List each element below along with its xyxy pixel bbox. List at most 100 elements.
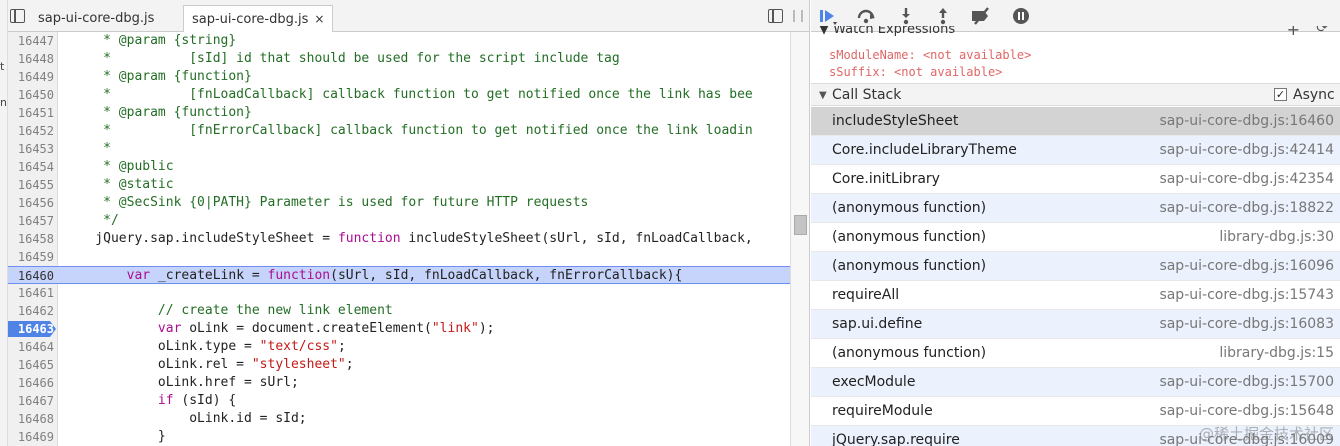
code-line[interactable]: 16453 * — [8, 140, 790, 158]
line-number[interactable]: 16454 — [8, 158, 54, 176]
code-line[interactable]: 16452 * [fnErrorCallback] callback funct… — [8, 122, 790, 140]
deactivate-breakpoints-icon[interactable] — [970, 6, 992, 26]
code-line[interactable]: 16459 — [8, 248, 790, 266]
call-frame-location[interactable]: sap-ui-core-dbg.js:42414 — [1159, 142, 1334, 158]
line-number[interactable]: 16458 — [8, 230, 54, 248]
code-line[interactable]: 16457 */ — [8, 212, 790, 230]
debugger-toggle-icon[interactable] — [768, 9, 783, 23]
call-frame-location[interactable]: sap-ui-core-dbg.js:15743 — [1159, 287, 1334, 303]
call-frame-location[interactable]: sap-ui-core-dbg.js:16083 — [1159, 316, 1334, 332]
line-number[interactable]: 16449 — [8, 68, 54, 86]
call-frame[interactable]: Core.initLibrary sap-ui-core-dbg.js:42354 — [811, 165, 1340, 194]
line-number[interactable]: 16460 — [8, 267, 54, 285]
code-line[interactable]: 16450 * [fnLoadCallback] callback functi… — [8, 86, 790, 104]
call-frame[interactable]: (anonymous function) sap-ui-core-dbg.js:1… — [811, 252, 1340, 281]
line-number[interactable]: 16451 — [8, 104, 54, 122]
close-icon[interactable]: × — [314, 12, 324, 26]
call-frame[interactable]: (anonymous function) library-dbg.js:15 — [811, 339, 1340, 368]
call-frame[interactable]: sap.ui.define sap-ui-core-dbg.js:16083 — [811, 310, 1340, 339]
code-line[interactable]: 16462 // create the new link element — [8, 302, 790, 320]
line-number[interactable]: 16459 — [8, 248, 54, 266]
call-frame-location[interactable]: sap-ui-core-dbg.js:42354 — [1159, 171, 1334, 187]
line-number[interactable]: 16469 — [8, 428, 54, 446]
code-line[interactable]: 16448 * [sId] id that should be used for… — [8, 50, 790, 68]
call-frame-location[interactable]: library-dbg.js:30 — [1219, 229, 1334, 245]
code-line[interactable]: 16463 var oLink = document.createElement… — [8, 320, 790, 338]
line-number[interactable]: 16452 — [8, 122, 54, 140]
call-frame-location[interactable]: sap-ui-core-dbg.js:15648 — [1159, 403, 1334, 419]
call-stack-header[interactable]: ▼ Call Stack ✓ Async — [811, 83, 1340, 106]
line-number[interactable]: 16447 — [8, 32, 54, 50]
code-text: if (sId) { — [64, 392, 236, 410]
code-line[interactable]: 16455 * @static — [8, 176, 790, 194]
code-line[interactable]: 16458 jQuery.sap.includeStyleSheet = fun… — [8, 230, 790, 248]
code-line[interactable]: 16447 * @param {string} — [8, 32, 790, 50]
code-line[interactable]: 16456 * @SecSink {0|PATH} Parameter is u… — [8, 194, 790, 212]
call-frame-location[interactable]: library-dbg.js:15 — [1219, 345, 1334, 361]
code-line[interactable]: 16468 oLink.id = sId; — [8, 410, 790, 428]
watch-expressions-header[interactable]: ▼ Watch Expressions + ⟳ — [811, 26, 1340, 40]
scroll-thumb[interactable] — [794, 215, 807, 235]
watch-item[interactable]: sSuffix: <not available> — [829, 65, 1002, 79]
call-frame[interactable]: execModule sap-ui-core-dbg.js:15700 — [811, 368, 1340, 397]
collapse-arrow-icon[interactable]: ▼ — [819, 90, 827, 101]
code-text: } — [64, 428, 166, 446]
navigator-toggle-icon[interactable] — [10, 9, 25, 23]
line-number[interactable]: 16463 — [8, 320, 54, 338]
current-execution-line[interactable]: 16460 var _createLink = function(sUrl, s… — [8, 266, 790, 284]
code-line[interactable]: 16449 * @param {function} — [8, 68, 790, 86]
call-frame[interactable]: includeStyleSheet sap-ui-core-dbg.js:1646… — [811, 107, 1340, 136]
call-frame-location[interactable]: sap-ui-core-dbg.js:16096 — [1159, 258, 1334, 274]
editor-scrollbar[interactable] — [790, 32, 809, 446]
line-number[interactable]: 16466 — [8, 374, 54, 392]
tab-file-1[interactable]: sap-ui-core-dbg.js — [30, 5, 162, 32]
tab-file-2[interactable]: sap-ui-core-dbg.js × — [183, 5, 334, 32]
edge-fragment: t — [0, 60, 5, 73]
pause-on-exceptions-icon[interactable] — [1010, 6, 1032, 26]
step-over-icon[interactable] — [855, 6, 877, 26]
call-frame-function: (anonymous function) — [832, 229, 987, 245]
code-line[interactable]: 16454 * @public — [8, 158, 790, 176]
add-watch-icon[interactable]: + — [1287, 26, 1300, 39]
code-line[interactable]: 16461 — [8, 284, 790, 302]
line-number[interactable]: 16448 — [8, 50, 54, 68]
line-number[interactable]: 16461 — [8, 284, 54, 302]
call-frame[interactable]: (anonymous function) library-dbg.js:30 — [811, 223, 1340, 252]
call-frame[interactable]: requireAll sap-ui-core-dbg.js:15743 — [811, 281, 1340, 310]
step-out-icon[interactable] — [932, 6, 954, 26]
step-into-icon[interactable] — [895, 6, 917, 26]
resume-icon[interactable] — [817, 6, 839, 26]
line-number[interactable]: 16457 — [8, 212, 54, 230]
line-number[interactable]: 16464 — [8, 338, 54, 356]
line-number[interactable]: 16455 — [8, 176, 54, 194]
refresh-icon[interactable]: ⟳ — [1316, 26, 1328, 36]
line-number[interactable]: 16467 — [8, 392, 54, 410]
code-line[interactable]: 16451 * @param {function} — [8, 104, 790, 122]
line-number[interactable]: 16456 — [8, 194, 54, 212]
line-number[interactable]: 16450 — [8, 86, 54, 104]
call-frame[interactable]: Core.includeLibraryTheme sap-ui-core-dbg.… — [811, 136, 1340, 165]
code-editor[interactable]: 16447 * @param {string} 16448 * [sId] id … — [8, 32, 790, 446]
code-text: * @param {function} — [64, 68, 252, 86]
line-number[interactable]: 16468 — [8, 410, 54, 428]
code-line[interactable]: 16467 if (sId) { — [8, 392, 790, 410]
line-number[interactable]: 16462 — [8, 302, 54, 320]
pane-resizer-icon[interactable] — [793, 10, 803, 22]
watch-item[interactable]: sModuleName: <not available> — [829, 48, 1031, 62]
call-frame-location[interactable]: sap-ui-core-dbg.js:15700 — [1159, 374, 1334, 390]
code-line[interactable]: 16466 oLink.href = sUrl; — [8, 374, 790, 392]
call-frame[interactable]: requireModule sap-ui-core-dbg.js:15648 — [811, 397, 1340, 426]
async-checkbox[interactable]: ✓ — [1274, 88, 1287, 101]
code-line[interactable]: 16469 } — [8, 428, 790, 446]
call-frame-location[interactable]: sap-ui-core-dbg.js:16460 — [1159, 113, 1334, 129]
line-number[interactable]: 16453 — [8, 140, 54, 158]
code-text: * @public — [64, 158, 173, 176]
line-number[interactable]: 16465 — [8, 356, 54, 374]
code-line[interactable]: 16464 oLink.type = "text/css"; — [8, 338, 790, 356]
call-frame-location[interactable]: sap-ui-core-dbg.js:18822 — [1159, 200, 1334, 216]
code-line[interactable]: 16465 oLink.rel = "stylesheet"; — [8, 356, 790, 374]
code-text: jQuery.sap.includeStyleSheet = function … — [64, 230, 752, 248]
call-frame[interactable]: (anonymous function) sap-ui-core-dbg.js:1… — [811, 194, 1340, 223]
